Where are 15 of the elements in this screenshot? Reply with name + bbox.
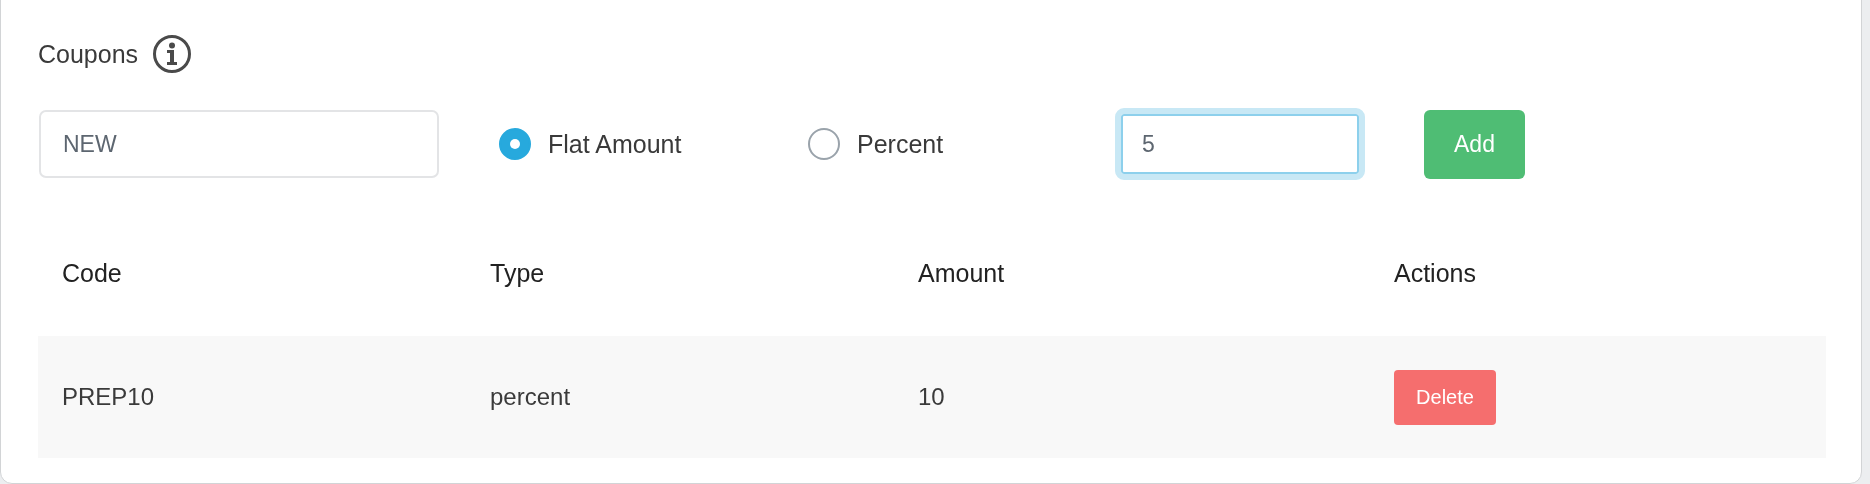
coupon-code-field[interactable]: NEW — [39, 110, 439, 178]
amount-field[interactable]: 5 — [1115, 108, 1365, 180]
info-icon[interactable] — [152, 34, 193, 74]
radio-button[interactable] — [808, 128, 840, 160]
table-cell: PREP10 — [62, 383, 155, 411]
column-header: Code — [62, 258, 122, 288]
radio-option[interactable]: Flat Amount — [499, 128, 808, 160]
section-title: Coupons — [38, 39, 139, 69]
table-cell: percent — [490, 383, 571, 411]
radio-button[interactable] — [499, 128, 531, 160]
column-header: Type — [490, 258, 545, 288]
column-header: Amount — [918, 258, 1005, 288]
radio-option[interactable]: Percent — [808, 128, 1115, 160]
column-header: Actions — [1394, 258, 1476, 288]
table-cell: 10 — [918, 383, 945, 411]
